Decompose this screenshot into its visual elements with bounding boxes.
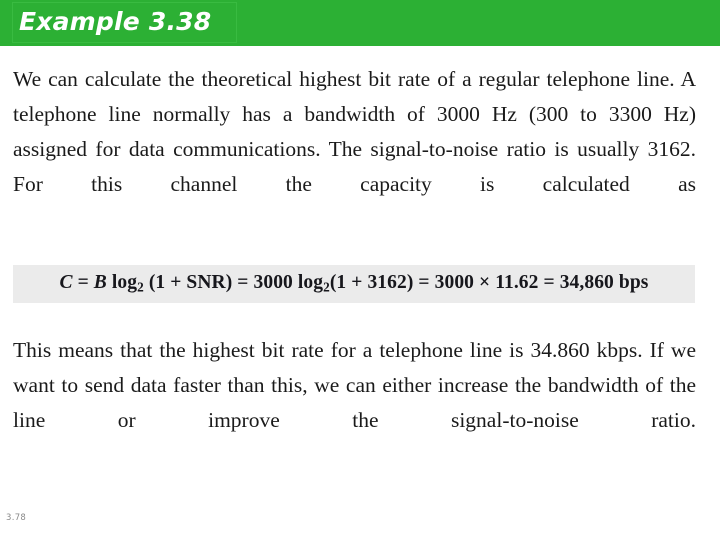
formula-snr-term: (1 + SNR): [143, 272, 233, 294]
formula-times-symbol: ×: [474, 272, 496, 294]
capacity-formula: C = B log2 (1 + SNR) = 3000 log2(1 + 316…: [60, 272, 649, 296]
formula-log-2: log: [292, 272, 324, 294]
formula-bandwidth-value-2: 3000: [434, 272, 475, 294]
formula-equals-4: =: [538, 272, 560, 294]
formula-bandwidth-value: 3000: [253, 272, 293, 294]
title-banner: Example 3.38: [0, 0, 720, 46]
formula-equals-1: =: [72, 272, 94, 294]
formula-log-base-2: 2: [323, 279, 330, 295]
formula-bandwidth-symbol: B: [93, 272, 107, 294]
page-title: Example 3.38: [19, 7, 212, 36]
formula-log-1: log: [106, 272, 138, 294]
formula-callout: C = B log2 (1 + SNR) = 3000 log2(1 + 316…: [13, 265, 695, 303]
paragraph-intro: We can calculate the theoretical highest…: [13, 67, 696, 196]
formula-equals-2: =: [232, 272, 254, 294]
formula-log-base-1: 2: [137, 279, 144, 295]
formula-capacity-symbol: C: [59, 272, 73, 294]
formula-log-result: 11.62: [495, 272, 539, 294]
paragraph-conclusion: This means that the highest bit rate for…: [13, 338, 696, 432]
formula-equals-3: =: [413, 272, 435, 294]
slide-number: 3.78: [6, 513, 27, 523]
formula-result: 34,860 bps: [559, 272, 649, 294]
formula-snr-value: (1 + 3162): [329, 272, 414, 294]
